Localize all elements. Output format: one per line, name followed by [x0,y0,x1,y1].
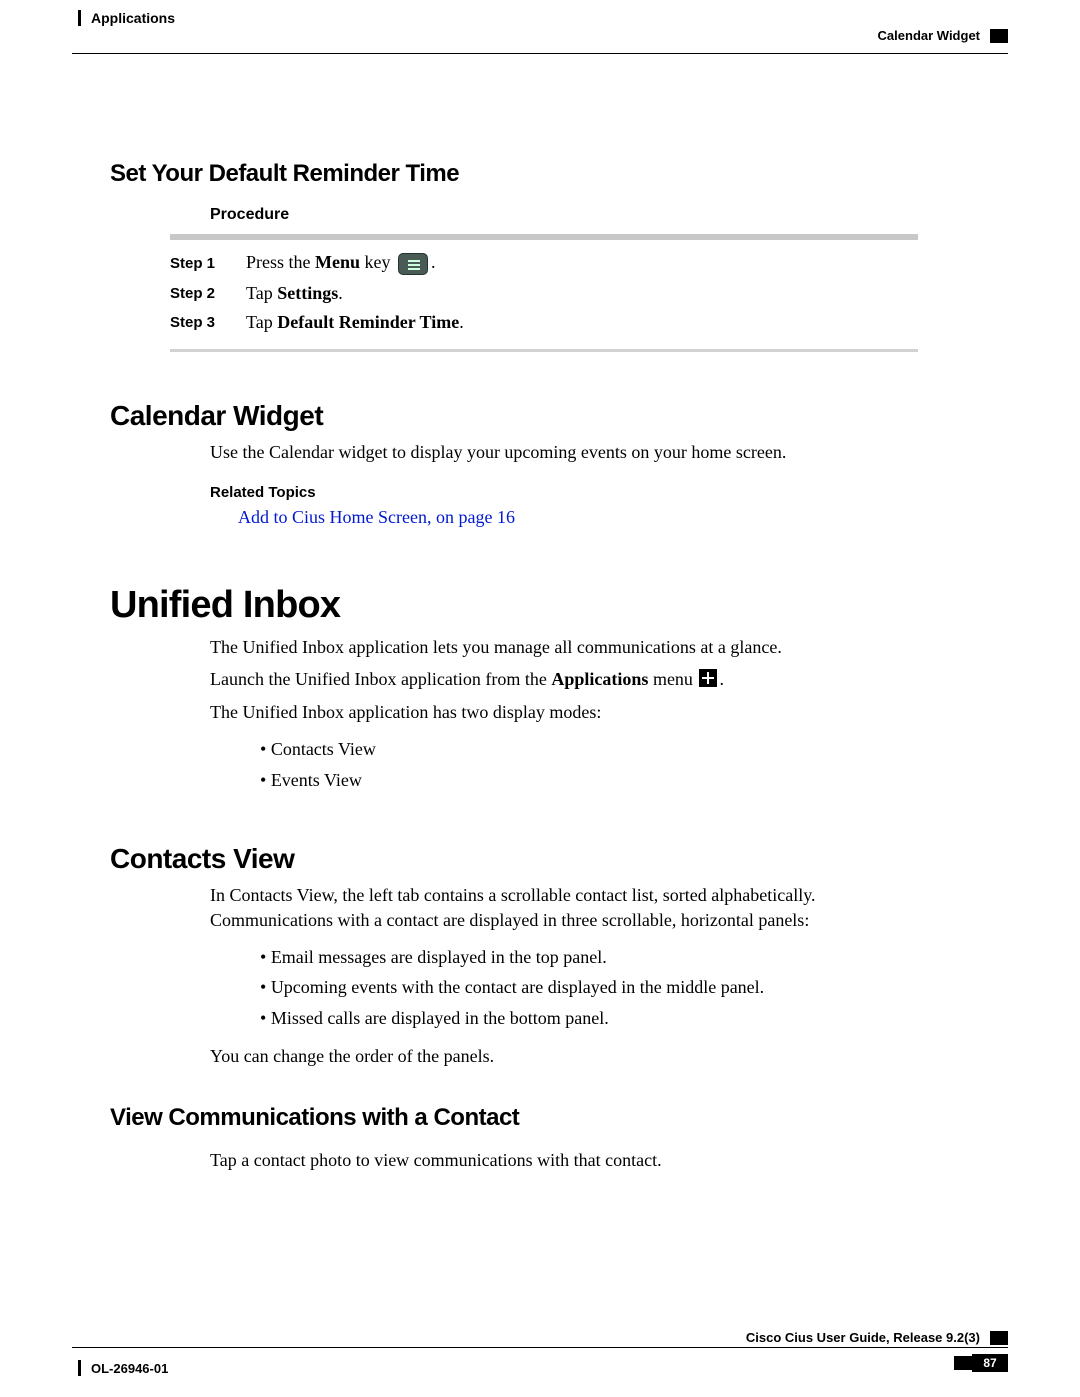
unified-p2: Launch the Unified Inbox application fro… [210,667,918,691]
step-1-prefix: Press the [246,252,315,272]
step-3-prefix: Tap [246,312,277,332]
step-3-body: Tap Default Reminder Time. [246,312,464,333]
related-topics-label: Related Topics [210,484,918,501]
unified-p2-suffix: menu [648,669,697,689]
footer-page-number: 87 [972,1354,1008,1372]
step-3-label: Step 3 [170,314,226,331]
step-2-prefix: Tap [246,283,277,303]
contacts-b2: Upcoming events with the contact are dis… [260,972,918,1003]
step-1-bold: Menu [315,252,360,272]
section-title-unified: Unified Inbox [110,584,918,627]
contacts-p2: You can change the order of the panels. [210,1044,918,1068]
footer-right: Cisco Cius User Guide, Release 9.2(3) 87 [746,1330,1008,1345]
header-left: Applications [78,10,175,26]
step-1-suffix: key [360,252,395,272]
step-1-body: Press the Menu key . [246,252,436,275]
applications-menu-icon [699,669,717,687]
content-area: Set Your Default Reminder Time Procedure… [110,130,918,1180]
contacts-bullets: Email messages are displayed in the top … [260,942,918,1034]
step-1-label: Step 1 [170,255,226,272]
section-title-widget: Calendar Widget [110,400,918,432]
footer-block-icon-2 [954,1356,972,1370]
unified-p1: The Unified Inbox application lets you m… [210,635,918,659]
section-title-contacts: Contacts View [110,843,918,875]
viewcomm-p1: Tap a contact photo to view communicatio… [210,1148,918,1172]
header-bar-icon [78,10,81,26]
step-1-tail: . [431,252,436,272]
menu-key-icon [398,253,428,275]
step-2-label: Step 2 [170,285,226,302]
header-right: Calendar Widget [878,28,1008,43]
unified-b2: Events View [260,765,918,796]
unified-p2-bold: Applications [551,669,648,689]
unified-p2-prefix: Launch the Unified Inbox application fro… [210,669,551,689]
rule-bottom [170,349,918,352]
contacts-b3: Missed calls are displayed in the bottom… [260,1003,918,1034]
related-link[interactable]: Add to Cius Home Screen, on page 16 [238,507,918,528]
section-title-reminder: Set Your Default Reminder Time [110,160,918,188]
footer-block-icon [990,1331,1008,1345]
procedure-steps: Step 1 Press the Menu key . Step 2 Tap S… [170,248,918,337]
step-1: Step 1 Press the Menu key . [170,248,918,279]
step-2: Step 2 Tap Settings. [170,279,918,308]
step-3: Step 3 Tap Default Reminder Time. [170,308,918,337]
unified-p3: The Unified Inbox application has two di… [210,700,918,724]
header-section: Calendar Widget [878,28,980,43]
footer-doc-id: OL-26946-01 [91,1361,168,1376]
page-footer: Cisco Cius User Guide, Release 9.2(3) 87… [72,1347,1008,1385]
rule-top [170,234,918,240]
section-title-viewcomm: View Communications with a Contact [110,1104,918,1132]
header-block-icon [990,29,1008,43]
footer-bar-icon [78,1360,81,1376]
step-2-body: Tap Settings. [246,283,343,304]
contacts-p1: In Contacts View, the left tab contains … [210,883,918,932]
procedure-label: Procedure [210,206,918,224]
step-3-tail: . [459,312,464,332]
widget-para: Use the Calendar widget to display your … [210,440,918,464]
unified-p2-tail: . [719,669,724,689]
step-2-tail: . [338,283,343,303]
footer-guide-title: Cisco Cius User Guide, Release 9.2(3) [746,1330,980,1345]
unified-bullets: Contacts View Events View [260,734,918,795]
footer-left: OL-26946-01 [78,1360,168,1376]
unified-b1: Contacts View [260,734,918,765]
contacts-b1: Email messages are displayed in the top … [260,942,918,973]
header-chapter: Applications [91,10,175,26]
step-2-bold: Settings [277,283,338,303]
page-header: Applications Calendar Widget [72,10,1008,54]
step-3-bold: Default Reminder Time [277,312,459,332]
